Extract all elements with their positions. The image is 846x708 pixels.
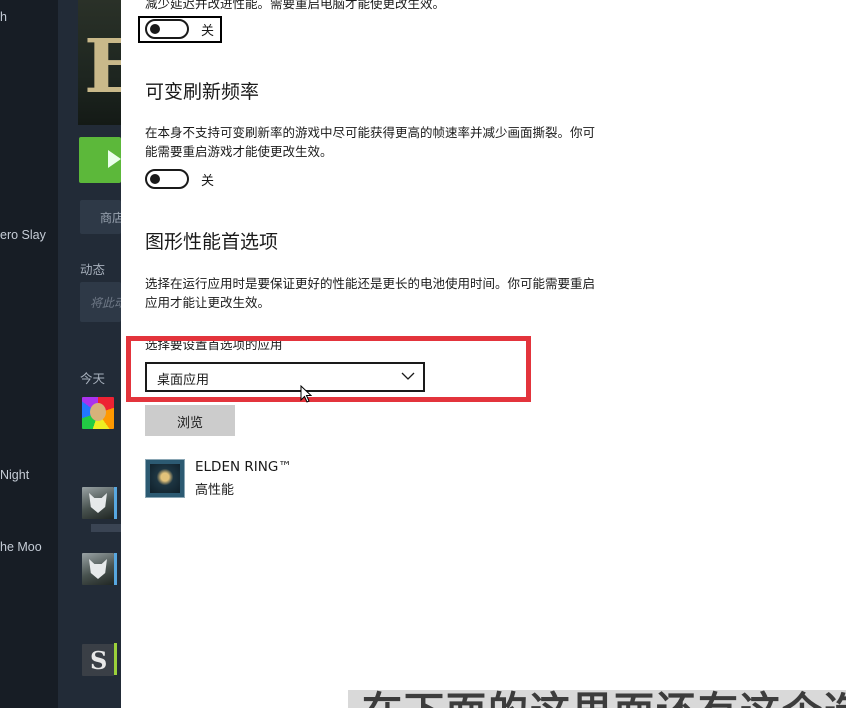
elden-ring-icon xyxy=(145,459,185,498)
gpu-preference-description: 选择在运行应用时是要保证更好的性能还是更长的电池使用时间。你可能需要重启应用才能… xyxy=(145,276,596,310)
status-bar xyxy=(114,487,117,519)
wolf-icon xyxy=(89,559,107,579)
game-icon-art xyxy=(150,464,180,493)
background-app: h ero Slay Night he Moo E 商店 动态 将此动 今天 S xyxy=(0,0,121,708)
toggle-knob xyxy=(150,174,160,184)
activity-avatar[interactable] xyxy=(82,397,114,429)
wolf-icon xyxy=(89,493,107,513)
video-subtitle: 在下面的这里面还有这个选择下面 xyxy=(348,690,846,708)
library-sidebar: h ero Slay Night he Moo xyxy=(0,0,58,708)
toggle-state-label: 关 xyxy=(201,24,215,39)
toggle-switch[interactable] xyxy=(145,19,189,39)
status-bar xyxy=(114,643,117,675)
vrr-description: 在本身不支持可变刷新率的游戏中尽可能获得更高的帧速率并减少画面撕裂。你可能需要重… xyxy=(145,125,596,159)
toggle-switch[interactable] xyxy=(145,169,189,189)
library-item[interactable]: h xyxy=(0,10,7,24)
dropdown-selected-value: 桌面应用 xyxy=(157,373,210,388)
library-item[interactable]: he Moo xyxy=(0,540,42,554)
gpu-preference-section-title: 图形性能首选项 xyxy=(145,231,279,253)
avatar-glyph: S xyxy=(90,646,108,675)
play-icon xyxy=(108,150,121,168)
app-name: ELDEN RING™ xyxy=(195,459,292,475)
library-item[interactable]: Night xyxy=(0,468,29,482)
graphics-settings-pane: 减少延迟并改进性能。需要重启电脑才能使更改生效。 关 可变刷新频率 在本身不支持… xyxy=(121,0,846,708)
subtitle-text: 在下面的这里面还有这个选择下面 xyxy=(362,692,846,708)
mouse-cursor-icon xyxy=(300,385,312,403)
activity-input[interactable]: 将此动 xyxy=(80,282,121,322)
toggle-state-label: 关 xyxy=(201,174,215,189)
store-label: 商店 xyxy=(100,211,121,225)
app-type-dropdown[interactable]: 桌面应用 xyxy=(145,362,425,392)
store-button[interactable]: 商店 xyxy=(80,200,121,234)
browse-button-label: 浏览 xyxy=(176,415,203,430)
library-item[interactable]: ero Slay xyxy=(0,228,46,242)
activity-heading: 动态 xyxy=(80,262,106,277)
app-gpu-preference: 高性能 xyxy=(195,483,235,498)
play-button[interactable] xyxy=(79,137,121,183)
browse-button[interactable]: 浏览 xyxy=(145,405,235,436)
toggle-knob xyxy=(150,24,160,34)
today-heading: 今天 xyxy=(80,371,106,386)
app-select-label: 选择要设置首选项的应用 xyxy=(145,337,283,352)
activity-avatar[interactable] xyxy=(82,487,114,519)
chevron-down-icon xyxy=(401,372,415,380)
hero-title-glyph: E xyxy=(84,24,121,110)
divider xyxy=(91,524,121,532)
game-hero-image: E xyxy=(78,0,121,125)
status-bar xyxy=(114,553,117,585)
hardware-scheduling-description: 减少延迟并改进性能。需要重启电脑才能使更改生效。 xyxy=(145,0,446,11)
activity-placeholder: 将此动 xyxy=(90,296,121,310)
activity-avatar[interactable] xyxy=(82,553,114,585)
vrr-section-title: 可变刷新频率 xyxy=(145,81,260,103)
app-list-item[interactable]: ELDEN RING™ 高性能 xyxy=(145,459,445,499)
avatar-face xyxy=(90,403,106,421)
activity-avatar[interactable]: S xyxy=(82,644,114,676)
